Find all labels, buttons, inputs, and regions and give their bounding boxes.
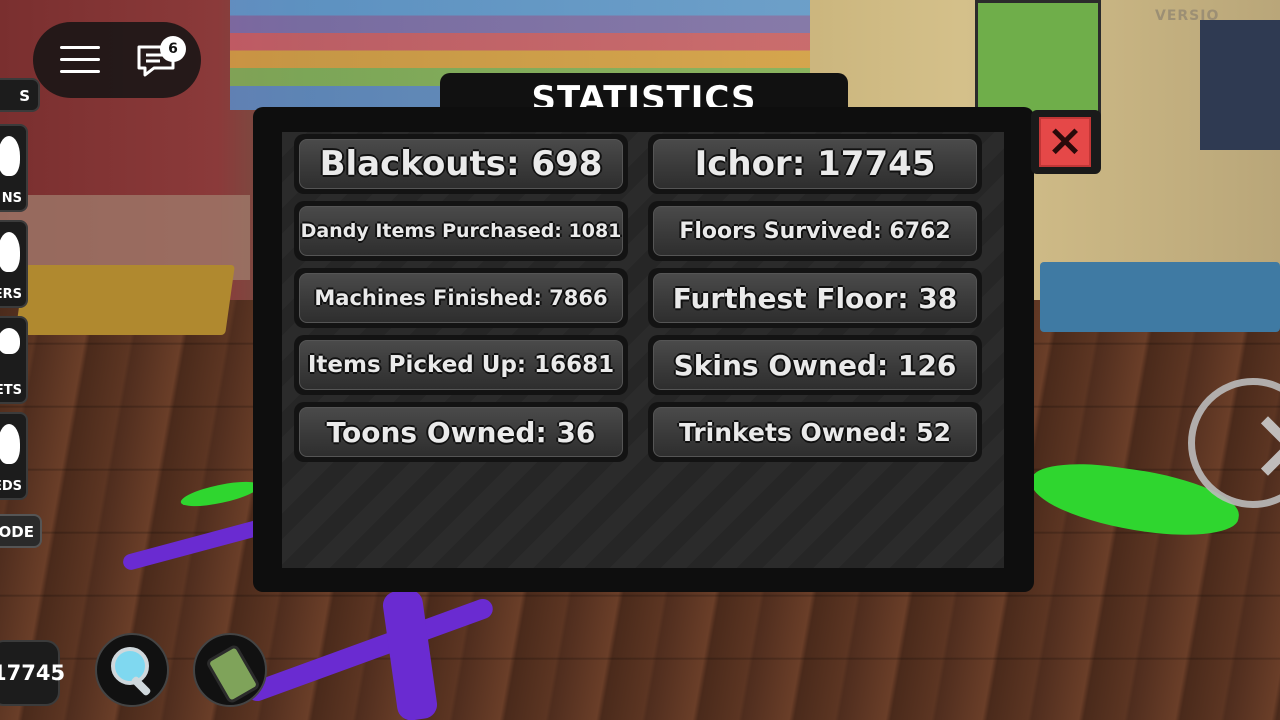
side-button-sets[interactable]: ETS (0, 316, 28, 404)
stat-label: Furthest Floor: 38 (653, 273, 977, 323)
wrench-icon (0, 328, 20, 354)
side-button-label: ETS (0, 383, 22, 398)
trinket-icon (0, 232, 20, 272)
stat-label: Dandy Items Purchased: 1081 (299, 206, 623, 256)
close-button[interactable]: × (1031, 110, 1101, 174)
stat-machines-finished: Machines Finished: 7866 (294, 268, 628, 328)
stat-label: Items Picked Up: 16681 (299, 340, 623, 390)
side-button-s[interactable]: S (0, 78, 40, 112)
side-button-label: ERS (0, 287, 22, 302)
stat-label: Floors Survived: 6762 (653, 206, 977, 256)
stat-trinkets-owned: Trinkets Owned: 52 (648, 402, 982, 462)
poster (975, 0, 1101, 116)
stat-floors-survived: Floors Survived: 6762 (648, 201, 982, 261)
ichor-counter: 17745 (0, 640, 65, 706)
radio-button[interactable] (193, 633, 267, 707)
stat-label: Ichor: 17745 (653, 139, 977, 189)
stat-blackouts: Blackouts: 698 (294, 134, 628, 194)
stat-skins-owned: Skins Owned: 126 (648, 335, 982, 395)
version-text: VERSIO (1155, 8, 1220, 24)
bench (1040, 262, 1280, 332)
magnifier-icon (111, 647, 149, 685)
heart-icon (0, 424, 20, 464)
poster (1200, 20, 1280, 150)
search-button[interactable] (95, 633, 169, 707)
chat-notification-badge: 6 (160, 36, 186, 62)
side-button-trinkets[interactable]: ERS (0, 220, 28, 308)
side-button-label: NS (1, 191, 22, 206)
side-button-label: EDS (0, 479, 22, 494)
stat-furthest-floor: Furthest Floor: 38 (648, 268, 982, 328)
stat-label: Skins Owned: 126 (653, 340, 977, 390)
side-button-needs[interactable]: EDS (0, 412, 28, 500)
stat-label: Trinkets Owned: 52 (653, 407, 977, 457)
stat-label: Machines Finished: 7866 (299, 273, 623, 323)
stat-toons-owned: Toons Owned: 36 (294, 402, 628, 462)
menu-icon[interactable] (60, 46, 100, 74)
radio-icon (204, 643, 262, 705)
toon-icon (0, 136, 20, 176)
stat-items-picked-up: Items Picked Up: 16681 (294, 335, 628, 395)
mode-button[interactable]: ODE (0, 514, 42, 548)
stat-ichor: Ichor: 17745 (648, 134, 982, 194)
stat-dandy-items-purchased: Dandy Items Purchased: 1081 (294, 201, 628, 261)
close-icon: × (1039, 117, 1091, 167)
side-button-toons[interactable]: NS (0, 124, 28, 212)
stat-label: Toons Owned: 36 (299, 407, 623, 457)
stat-label: Blackouts: 698 (299, 139, 623, 189)
bench (15, 265, 235, 335)
